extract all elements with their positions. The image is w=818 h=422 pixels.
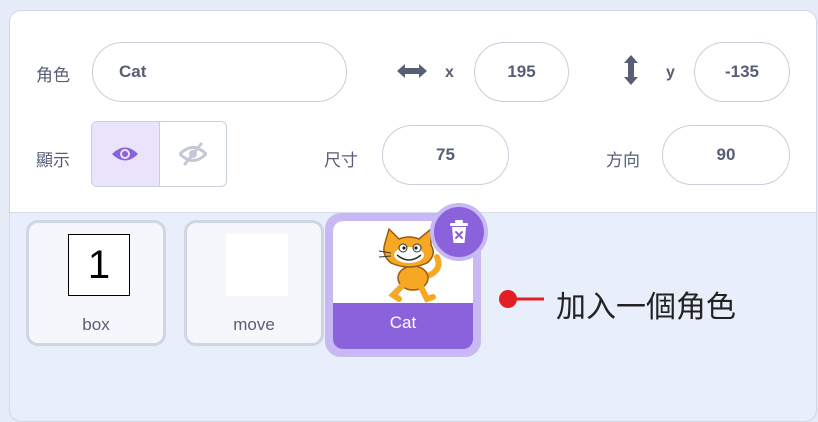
eye-icon: [112, 147, 139, 161]
y-label: y: [666, 64, 675, 81]
vertical-arrows-icon: [624, 55, 638, 85]
sprite-info: 角色 Cat x 195 y -135 顯示 尺寸 75 方向 90: [10, 11, 816, 213]
size-input[interactable]: 75: [382, 125, 509, 185]
eye-slash-icon: [178, 142, 207, 166]
sprite-name-input[interactable]: Cat: [92, 42, 347, 102]
sprite-tile-box[interactable]: 1 box: [26, 220, 166, 346]
sprite-tile-move[interactable]: move: [184, 220, 324, 346]
horizontal-arrows-icon: [397, 64, 427, 78]
size-label: 尺寸: [324, 151, 358, 170]
visibility-toggle: [91, 121, 227, 187]
sprite-name: move: [233, 315, 275, 334]
x-input[interactable]: 195: [474, 42, 569, 102]
callout-marker-icon: [499, 290, 544, 308]
sprite-thumbnail: [226, 234, 288, 296]
callout-text: 加入一個角色: [556, 291, 736, 324]
direction-input[interactable]: 90: [662, 125, 790, 185]
show-label: 顯示: [36, 151, 70, 170]
sprite-label: 角色: [36, 66, 70, 85]
show-button[interactable]: [92, 122, 160, 186]
thumbnail-number: 1: [87, 242, 111, 287]
sprite-name: Cat: [389, 313, 417, 332]
y-input[interactable]: -135: [694, 42, 790, 102]
x-label: x: [445, 64, 454, 81]
trash-icon: [450, 220, 468, 243]
direction-label: 方向: [606, 151, 640, 170]
hide-button[interactable]: [160, 122, 227, 186]
sprite-name: box: [82, 315, 110, 334]
sprite-thumbnail: 1: [68, 234, 130, 296]
delete-sprite-button[interactable]: [430, 203, 488, 261]
